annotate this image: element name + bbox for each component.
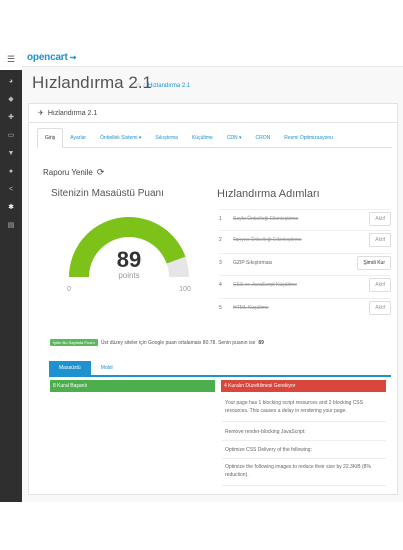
- refresh-icon[interactable]: ⟳: [97, 167, 105, 178]
- breadcrumb-link[interactable]: Hızlandırma 2.1: [148, 83, 190, 89]
- chart-icon[interactable]: ▤: [0, 216, 22, 234]
- step-number: 5: [219, 305, 222, 311]
- tab-mobile[interactable]: Mobil: [91, 361, 123, 375]
- step-button[interactable]: Aktif: [369, 301, 391, 315]
- step-button[interactable]: Aktif: [369, 278, 391, 292]
- device-tabs: Masaüstü Mobil: [49, 361, 391, 377]
- home-icon[interactable]: ⌂: [136, 82, 140, 89]
- user-icon[interactable]: ●: [0, 162, 22, 180]
- tab-giris[interactable]: Giriş: [37, 128, 64, 148]
- menu-toggle-icon[interactable]: ☰: [0, 48, 22, 70]
- tab-kucultme[interactable]: Küçültme: [185, 128, 220, 147]
- step-number: 3: [219, 260, 222, 266]
- step-label: GZIP Sıkıştırması: [233, 260, 273, 266]
- share-icon[interactable]: <: [0, 180, 22, 198]
- score-unit: points: [118, 271, 139, 280]
- cog-icon[interactable]: ✱: [0, 198, 22, 216]
- step-row: 4 CSS ve JavaScript Küçültme Aktif: [219, 275, 391, 294]
- step-label: Sayfa Önbelleği Etkinleştirme: [233, 216, 299, 222]
- step-label: Tarıyıcı Önbelleği Etkinleştirme: [233, 237, 302, 243]
- step-number: 2: [219, 237, 222, 243]
- note-badge: İyiler Bu Sayfada Puanı: [50, 339, 98, 346]
- tab-sikistirma[interactable]: Sıkıştırma: [148, 128, 185, 147]
- issue-item: Your page has 1 blocking script resource…: [222, 400, 386, 422]
- cart-logo-icon: ⇝: [69, 53, 77, 62]
- breadcrumb-separator: /: [143, 82, 145, 89]
- issue-item: Remove render-blocking JavaScript:: [222, 429, 386, 441]
- tab-onbellek[interactable]: Önbellek Sistemi ▾: [93, 128, 148, 147]
- tab-bar: Giriş Ayarlar Önbellek Sistemi ▾ Sıkıştı…: [37, 128, 392, 148]
- refresh-label: Raporu Yenile: [43, 168, 93, 177]
- panel-heading: ✈ Hızlandırma 2.1: [29, 104, 397, 123]
- logo-text: opencart: [27, 52, 68, 63]
- step-button[interactable]: Aktif: [369, 212, 391, 226]
- install-now-button[interactable]: Şimdi Kur: [357, 256, 391, 270]
- issue-item: Optimize the following images to reduce …: [222, 464, 386, 486]
- score-min: 0: [67, 286, 71, 293]
- step-row: 1 Sayfa Önbelleği Etkinleştirme Aktif: [219, 209, 391, 228]
- desktop-icon[interactable]: ▭: [0, 126, 22, 144]
- refresh-report[interactable]: Raporu Yenile ⟳: [43, 167, 104, 178]
- score-max: 100: [179, 286, 191, 293]
- rocket-icon: ✈: [38, 110, 44, 117]
- step-label: CSS ve JavaScript Küçültme: [233, 282, 297, 288]
- failed-rules-bar: 4 Kuralın Düzeltilmesi Gerekiyor: [221, 380, 386, 392]
- tab-desktop[interactable]: Masaüstü: [49, 361, 91, 375]
- tab-resim[interactable]: Resmi Optimizasyonu: [277, 128, 340, 147]
- score-note: İyiler Bu Sayfada Puanı Üst düzey sitele…: [50, 339, 264, 346]
- step-row: 5 HTML Küçültme Aktif: [219, 298, 391, 317]
- puzzle-icon[interactable]: ✚: [0, 108, 22, 126]
- step-number: 1: [219, 216, 222, 222]
- panel-title: Hızlandırma 2.1: [47, 109, 98, 117]
- note-score: 89: [258, 339, 264, 346]
- tab-ayarlar[interactable]: Ayarlar: [63, 128, 93, 147]
- step-number: 4: [219, 282, 222, 288]
- tags-icon[interactable]: ◆: [0, 90, 22, 108]
- tab-cdn[interactable]: CDN ▾: [220, 128, 249, 147]
- step-row: 3 GZIP Sıkıştırması Şimdi Kur: [219, 253, 391, 272]
- tab-cron[interactable]: CRON: [249, 128, 278, 147]
- step-label: HTML Küçültme: [233, 305, 269, 311]
- passed-rules-bar: 8 Kural Başarılı: [50, 380, 215, 392]
- breadcrumb: ⌂ / Hızlandırma 2.1: [136, 82, 190, 89]
- speed-score-title: Sitenizin Masaüstü Puanı: [51, 188, 164, 199]
- step-row: 2 Tarıyıcı Önbelleği Etkinleştirme Aktif: [219, 230, 391, 249]
- opencart-logo[interactable]: opencart ⇝: [27, 52, 76, 63]
- main-panel: ✈ Hızlandırma 2.1 Giriş Ayarlar Önbellek…: [28, 103, 398, 495]
- cart-icon[interactable]: ▼: [0, 144, 22, 162]
- note-text: Üst düzey siteler için Google puan ortal…: [100, 339, 256, 346]
- steps-title: Hızlandırma Adımları: [217, 188, 320, 200]
- score-gauge: 89 points 0 100: [57, 205, 201, 295]
- page-title: Hızlandırma 2.1: [32, 73, 152, 92]
- dashboard-icon[interactable]: ◕: [0, 72, 22, 90]
- issue-item: Optimize CSS Delivery of the following:: [222, 447, 386, 459]
- score-value: 89: [117, 247, 141, 272]
- step-button[interactable]: Aktif: [369, 233, 391, 247]
